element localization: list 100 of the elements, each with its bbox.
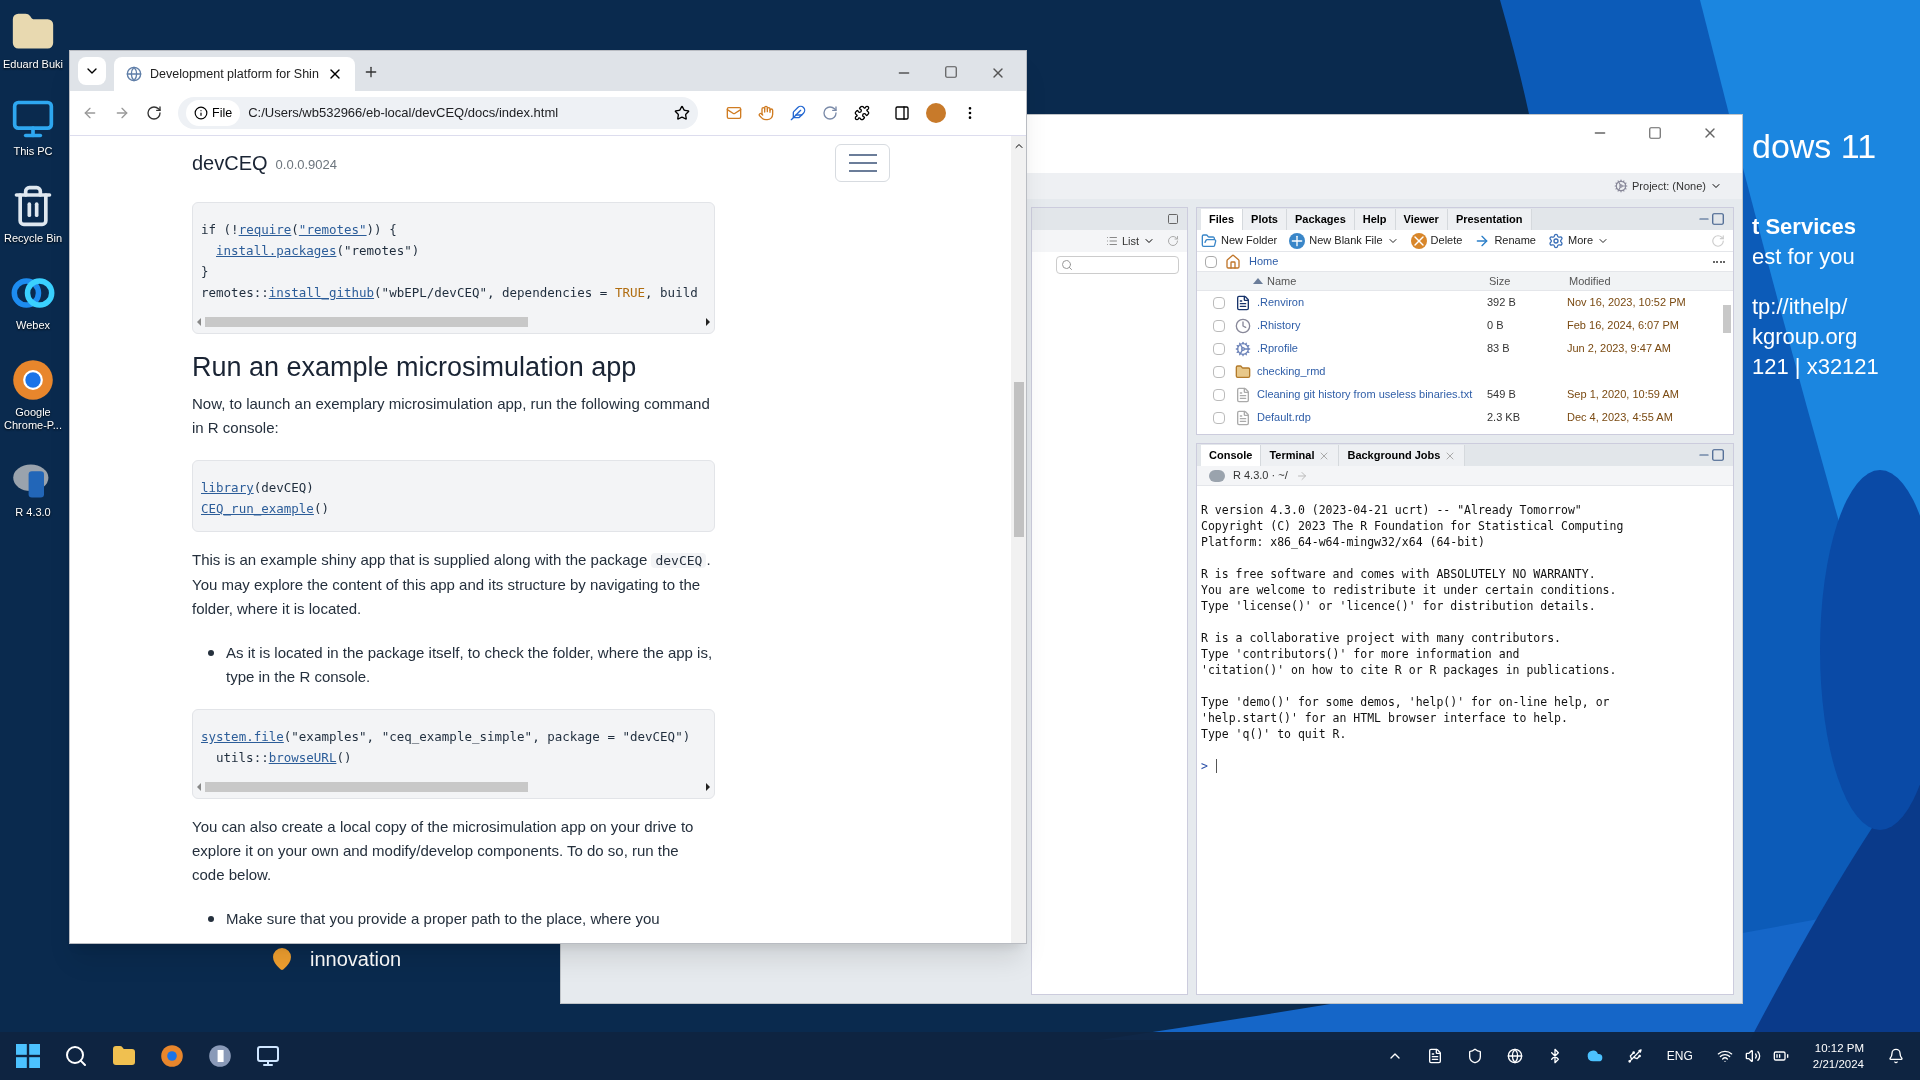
pane-tab[interactable]: Viewer xyxy=(1395,209,1448,230)
shield-icon[interactable] xyxy=(1466,1048,1483,1064)
scroll-left-icon[interactable] xyxy=(197,318,201,326)
maximize-icon[interactable] xyxy=(1648,126,1662,140)
checkbox[interactable] xyxy=(1213,342,1225,355)
breadcrumb-link[interactable]: Home xyxy=(1249,253,1279,270)
volume-icon[interactable] xyxy=(1744,1048,1761,1064)
clock-time[interactable]: 10:12 PM xyxy=(1814,1040,1864,1056)
desktop-icon-label[interactable]: Eduard Buki xyxy=(3,58,63,71)
toolbar-button[interactable]: New Folder xyxy=(1201,232,1278,249)
sort-ascending-icon xyxy=(1253,278,1263,284)
extensions-icon[interactable] xyxy=(854,105,870,121)
section-heading: Run an example microsimulation app xyxy=(192,351,638,384)
scrollbar-thumb[interactable] xyxy=(205,782,529,792)
scroll-right-icon[interactable] xyxy=(706,318,710,326)
checkbox[interactable] xyxy=(1213,365,1225,378)
remote-desktop-icon[interactable] xyxy=(256,1044,280,1068)
scrollbar-thumb[interactable] xyxy=(1723,305,1731,333)
pane-tab[interactable]: Plots xyxy=(1243,209,1287,230)
search-icon[interactable] xyxy=(64,1044,88,1068)
side-panel-icon[interactable] xyxy=(894,105,910,121)
desktop-icon-label[interactable]: Webex xyxy=(15,319,50,332)
project-menu[interactable]: Project: (None) xyxy=(1632,177,1706,195)
vertical-scrollbar[interactable] xyxy=(1011,136,1026,943)
file-name-link[interactable]: .Renviron xyxy=(1257,296,1305,309)
scroll-right-icon[interactable] xyxy=(706,783,710,791)
column-header[interactable]: Size xyxy=(1489,272,1569,290)
scrollbar-thumb[interactable] xyxy=(1013,382,1024,537)
tab-search-button[interactable] xyxy=(78,57,106,85)
file-name-link[interactable]: checking_rmd xyxy=(1257,365,1326,378)
usb-icon[interactable] xyxy=(1626,1048,1643,1064)
file-name-link[interactable]: Cleaning git history from useless binaries.txt xyxy=(1257,388,1473,401)
notes-icon[interactable] xyxy=(1426,1048,1443,1064)
desktop-icon-label[interactable]: Google Chrome-P... xyxy=(0,406,66,432)
maximize-pane-icon[interactable] xyxy=(1711,212,1725,226)
pane-tab[interactable]: Packages xyxy=(1287,209,1355,230)
console-line: 'citation()' on how to cite R or R packages in publications. xyxy=(1201,662,1618,678)
desktop-icon-label[interactable]: Recycle Bin xyxy=(3,232,63,245)
mail-extension-icon[interactable] xyxy=(726,105,742,121)
checkbox[interactable] xyxy=(1213,388,1225,401)
forward-icon[interactable] xyxy=(114,105,130,121)
pane-tab[interactable]: Presentation xyxy=(1447,209,1532,230)
maximize-pane-icon[interactable] xyxy=(1711,448,1725,462)
bookmark-star-icon[interactable] xyxy=(674,105,690,121)
browser-tab[interactable]: Development platform for Shin xyxy=(114,57,355,91)
toolbar-button[interactable]: Delete xyxy=(1410,232,1463,249)
text-cursor xyxy=(1215,759,1217,773)
pane-tab[interactable]: Files xyxy=(1201,209,1244,230)
pane-tab[interactable]: Background Jobs xyxy=(1339,445,1466,466)
battery-icon[interactable] xyxy=(1772,1048,1789,1064)
scrollbar-thumb[interactable] xyxy=(205,317,529,327)
reload-icon[interactable] xyxy=(146,105,162,121)
wallpaper-text: est for you xyxy=(1752,243,1856,271)
refresh-icon[interactable] xyxy=(1167,235,1179,247)
toolbar-button[interactable]: Rename xyxy=(1474,232,1536,249)
file-name-link[interactable]: Default.rdp xyxy=(1257,411,1311,424)
cloud-icon[interactable] xyxy=(1586,1048,1603,1064)
desktop-icon-label[interactable]: This PC xyxy=(13,145,53,158)
back-icon[interactable] xyxy=(82,105,98,121)
browser-icon[interactable] xyxy=(160,1044,184,1068)
notifications-icon[interactable] xyxy=(1888,1048,1904,1064)
wifi-icon[interactable] xyxy=(1716,1048,1733,1064)
column-header[interactable]: Modified xyxy=(1569,272,1611,290)
checkbox[interactable] xyxy=(1213,319,1225,332)
scroll-left-icon[interactable] xyxy=(197,783,201,791)
file-size: 549 B xyxy=(1487,388,1516,401)
pane-tab[interactable]: Terminal xyxy=(1261,445,1340,466)
address-bar[interactable]: File C:/Users/wb532966/eb-local/devCEQ/docs/index.html xyxy=(178,97,698,129)
r-logo-icon[interactable] xyxy=(208,1044,232,1068)
language-indicator[interactable]: ENG xyxy=(1666,1047,1693,1065)
column-header[interactable]: Name xyxy=(1267,272,1489,290)
pane-tab[interactable]: Help xyxy=(1354,209,1396,230)
site-info-label: File xyxy=(212,104,233,122)
toolbar-button[interactable]: New Blank File xyxy=(1289,232,1399,249)
more-dots-icon[interactable] xyxy=(1713,260,1725,263)
profile-avatar[interactable] xyxy=(926,103,946,123)
file-explorer-icon[interactable] xyxy=(112,1044,136,1068)
file-name-link[interactable]: .Rprofile xyxy=(1257,342,1298,355)
search-field[interactable] xyxy=(1056,256,1179,274)
start-icon[interactable] xyxy=(16,1044,40,1068)
globe-icon[interactable] xyxy=(1506,1048,1523,1064)
file-name-link[interactable]: .Rhistory xyxy=(1257,319,1301,332)
maximize-icon[interactable] xyxy=(944,65,958,79)
clock-date[interactable]: 2/21/2024 xyxy=(1812,1056,1864,1072)
view-mode-menu[interactable]: List xyxy=(1121,232,1139,250)
feather-extension-icon[interactable] xyxy=(790,105,806,121)
checkbox[interactable] xyxy=(1213,296,1225,309)
site-info-chip[interactable]: File xyxy=(186,100,241,126)
site-title[interactable]: devCEQ xyxy=(192,148,268,178)
checkbox[interactable] xyxy=(1205,255,1217,268)
toolbar-button[interactable]: More xyxy=(1548,232,1610,249)
circular-extension-icon[interactable] xyxy=(822,105,838,121)
desktop-icon-label[interactable]: R 4.3.0 xyxy=(15,506,51,519)
hand-extension-icon[interactable] xyxy=(758,105,774,121)
checkbox[interactable] xyxy=(1213,411,1225,424)
gear-file-icon xyxy=(1235,340,1251,357)
restore-pane-icon[interactable] xyxy=(1167,213,1179,225)
pane-tab[interactable]: Console xyxy=(1201,445,1262,466)
menu-button[interactable] xyxy=(835,144,890,182)
project-icon xyxy=(1614,179,1628,193)
